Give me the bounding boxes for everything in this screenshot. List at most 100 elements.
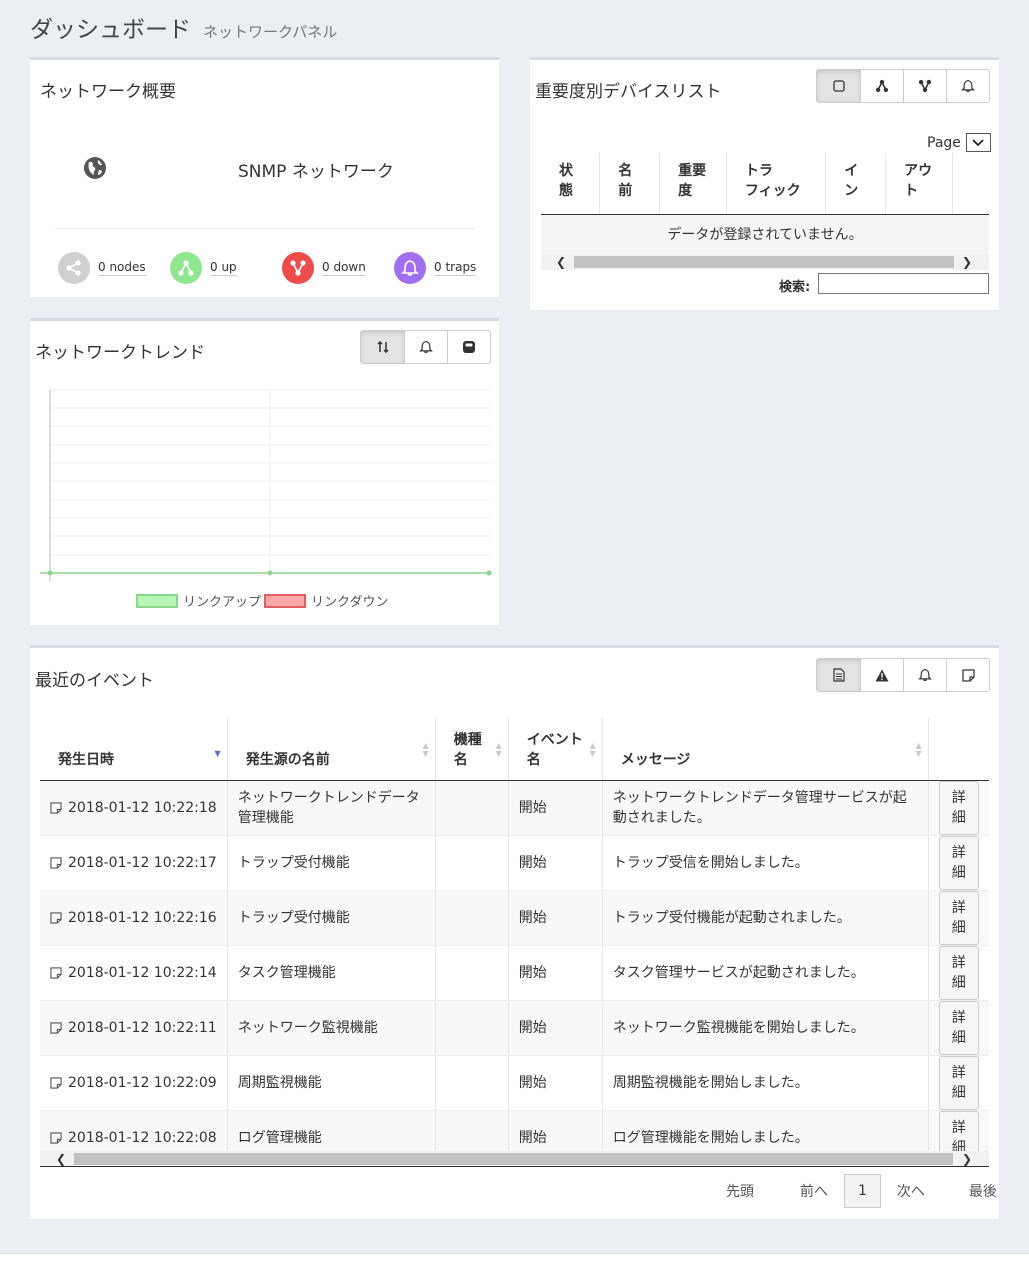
col-out[interactable]: アウト <box>885 153 953 215</box>
note-icon <box>50 1131 62 1144</box>
page-label: Page <box>927 134 961 151</box>
square-icon <box>832 80 845 92</box>
all-events-button[interactable] <box>817 659 860 691</box>
event-model <box>435 835 509 891</box>
device-table-scrollbar[interactable]: ❮ ❯ <box>541 254 989 270</box>
detail-button[interactable]: 詳細 <box>938 835 979 890</box>
note-icon <box>50 856 62 869</box>
col-name[interactable]: 名前 <box>599 153 661 215</box>
event-name: 開始 <box>508 835 603 891</box>
event-date: 2018-01-12 10:22:11 <box>40 1000 228 1056</box>
event-date: 2018-01-12 10:22:18 <box>40 780 228 836</box>
event-actions: 詳細 <box>928 1055 989 1111</box>
network-trend-title: ネットワークトレンド <box>35 343 205 363</box>
scroll-thumb[interactable] <box>574 256 954 268</box>
table-row: 2018-01-12 10:22:09 周期監視機能 開始 周期監視機能を開始し… <box>40 1055 989 1111</box>
storage-icon <box>463 341 475 353</box>
event-model <box>435 780 509 836</box>
sort-icon[interactable]: ▲ ▼ <box>496 742 502 758</box>
footer <box>0 1254 1029 1285</box>
col-event[interactable]: イベント名 ▲ ▼ <box>508 718 603 781</box>
stat-traps[interactable]: 0 traps <box>394 252 477 284</box>
pagination: 先頭 前へ 1 次へ 最後 <box>710 1173 1013 1209</box>
document-icon <box>832 668 845 682</box>
sort-icon[interactable]: ▲ ▼ <box>423 742 429 758</box>
note-icon <box>50 1076 62 1089</box>
event-actions: 詳細 <box>928 835 989 891</box>
nodes-icon <box>58 252 90 284</box>
event-actions: 詳細 <box>928 1000 989 1056</box>
col-severity[interactable]: 重要度 <box>659 153 727 215</box>
sort-desc-icon[interactable]: ▼ <box>215 750 221 758</box>
scroll-right-icon[interactable]: ❯ <box>962 1151 972 1167</box>
col-message[interactable]: メッセージ ▲ ▼ <box>602 718 929 781</box>
col-date[interactable]: 発生日時 ▼ <box>40 718 228 781</box>
stat-down[interactable]: 0 down <box>282 252 366 284</box>
stat-up-label: 0 up <box>210 260 237 276</box>
page-first-button[interactable]: 先頭 <box>710 1173 770 1209</box>
legend-link-down[interactable]: リンクダウン <box>264 591 388 610</box>
legend-link-up[interactable]: リンクアップ <box>136 591 261 610</box>
filter-square-button[interactable] <box>817 70 860 102</box>
bell-icon <box>961 79 975 93</box>
col-in[interactable]: イン <box>825 153 887 215</box>
stat-nodes[interactable]: 0 nodes <box>58 252 146 284</box>
scroll-thumb[interactable] <box>74 1153 953 1165</box>
network-overview-title: ネットワーク概要 <box>40 82 176 102</box>
link-down-label: リンクダウン <box>311 595 389 610</box>
scroll-right-icon[interactable]: ❯ <box>962 254 972 270</box>
event-model <box>435 890 509 946</box>
page-header: ダッシュボード ネットワークパネル <box>30 10 337 44</box>
filter-traps-button[interactable] <box>946 70 989 102</box>
warning-events-button[interactable] <box>860 659 903 691</box>
col-source[interactable]: 発生源の名前 ▲ ▼ <box>227 718 436 781</box>
event-name: 開始 <box>508 890 603 946</box>
detail-button[interactable]: 詳細 <box>938 945 979 1000</box>
storage-button[interactable] <box>447 331 490 363</box>
trap-events-button[interactable] <box>903 659 946 691</box>
stat-up[interactable]: 0 up <box>170 252 237 284</box>
scroll-left-icon[interactable]: ❮ <box>556 254 566 270</box>
event-message: ネットワーク監視機能を開始しました。 <box>602 1000 929 1056</box>
table-row: 2018-01-12 10:22:17 トラップ受付機能 開始 トラップ受信を開… <box>40 835 989 891</box>
page-prev-button[interactable]: 前へ <box>784 1173 844 1209</box>
event-name: 開始 <box>508 1000 603 1056</box>
stat-traps-label: 0 traps <box>434 260 477 276</box>
search-input[interactable] <box>818 273 989 294</box>
detail-button[interactable]: 詳細 <box>938 890 979 945</box>
note-icon <box>50 911 62 924</box>
filter-up-button[interactable] <box>860 70 903 102</box>
detail-button[interactable]: 詳細 <box>938 1000 979 1055</box>
detail-button[interactable]: 詳細 <box>938 780 979 835</box>
col-traffic[interactable]: トラ フィック <box>726 153 827 215</box>
trend-traps-button[interactable] <box>404 331 447 363</box>
event-source: ネットワーク監視機能 <box>227 1000 436 1056</box>
sort-icon[interactable]: ▲ ▼ <box>916 742 922 758</box>
table-row: 2018-01-12 10:22:11 ネットワーク監視機能 開始 ネットワーク… <box>40 1000 989 1056</box>
col-status[interactable]: 状態 <box>541 153 601 215</box>
page-current-button[interactable]: 1 <box>844 1174 881 1208</box>
link-up-label: リンクアップ <box>183 595 262 610</box>
filter-down-button[interactable] <box>903 70 946 102</box>
note-events-button[interactable] <box>946 659 989 691</box>
event-message: トラップ受付機能が起動されました。 <box>602 890 929 946</box>
page-selector: Page <box>927 133 991 152</box>
up-icon <box>170 252 202 284</box>
traffic-button[interactable] <box>361 331 404 363</box>
page-next-button[interactable]: 次へ <box>881 1173 941 1209</box>
chevron-down-icon <box>972 138 985 146</box>
event-message: 周期監視機能を開始しました。 <box>602 1055 929 1111</box>
col-actions <box>928 718 989 781</box>
page-select[interactable] <box>965 133 991 152</box>
sort-icon[interactable]: ▲ ▼ <box>590 742 596 758</box>
page-last-button[interactable]: 最後 <box>953 1173 1013 1209</box>
event-name: 開始 <box>508 780 603 836</box>
recent-events-title: 最近のイベント <box>35 671 154 691</box>
trend-point-2 <box>267 570 273 576</box>
scroll-left-icon[interactable]: ❮ <box>56 1151 66 1167</box>
col-model[interactable]: 機種名 ▲ ▼ <box>435 718 509 781</box>
detail-button[interactable]: 詳細 <box>938 1055 979 1110</box>
events-table-scrollbar[interactable]: ❮ ❯ <box>40 1151 989 1167</box>
up-icon <box>875 79 889 93</box>
note-icon <box>50 966 62 979</box>
